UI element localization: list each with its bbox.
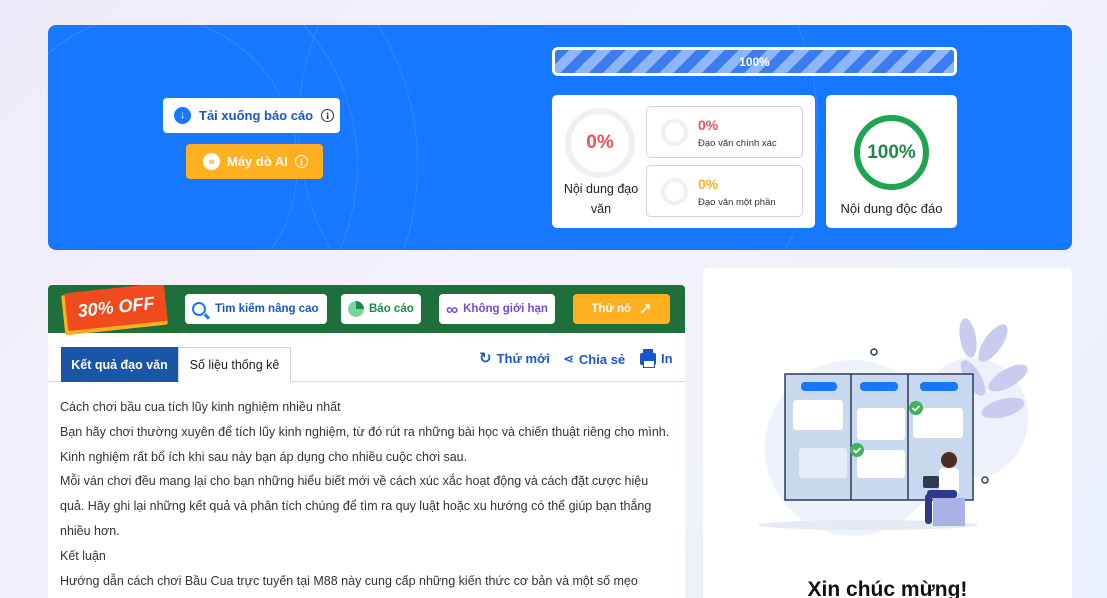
infinity-icon: ∞ [446, 299, 459, 319]
unique-label: Nội dung độc đáo [840, 201, 943, 216]
progress-label: 100% [739, 54, 770, 69]
tab-statistics[interactable]: Số liệu thống kê [178, 347, 291, 382]
plagiarism-percent: 0% [586, 132, 614, 153]
report-summary-banner: ↓ Tải xuống báo cáo i » Máy dò AI i 100%… [48, 25, 1072, 250]
print-button[interactable]: In [640, 348, 673, 368]
retry-label: Thử mới [496, 351, 550, 366]
text-paragraph: Kết luận [60, 548, 106, 563]
try-it-button[interactable]: Thử nó ↗ [573, 294, 670, 324]
text-paragraph: Cách chơi bầu cua tích lũy kinh nghiệm n… [60, 400, 341, 414]
plagiarism-label: Nội dung đạo văn [563, 182, 639, 216]
advanced-search-label: Tìm kiếm nâng cao [215, 303, 319, 315]
printer-icon [640, 348, 656, 368]
ai-detector-label: Máy dò AI [227, 154, 288, 169]
partial-plagiarism-box: 0% Đạo văn một phần [646, 165, 803, 217]
checked-text: Cách chơi bầu cua tích lũy kinh nghiệm n… [60, 395, 675, 593]
download-report-label: Tải xuống báo cáo [199, 108, 314, 123]
download-icon: ↓ [174, 107, 191, 124]
plagiarism-card: 0% Nội dung đạo văn 0% Đạo văn chính xác… [552, 95, 815, 228]
tab-plagiarism-results[interactable]: Kết quả đạo văn [61, 347, 178, 382]
retry-button[interactable]: ↻ Thử mới [479, 351, 550, 366]
share-label: Chia sẻ [578, 351, 626, 367]
arrow-up-right-icon: ↗ [639, 300, 652, 318]
partial-percent: 0% [698, 176, 719, 192]
exact-plagiarism-box: 0% Đạo văn chính xác [646, 106, 803, 158]
report-chip-label: Báo cáo [369, 303, 414, 315]
results-panel: 30% OFF Tìm kiếm nâng cao Báo cáo ∞ Khôn… [48, 285, 685, 598]
unlimited-chip-label: Không giới hạn [463, 303, 548, 315]
unique-percent: 100% [867, 141, 916, 163]
share-icon: ⋖ [563, 351, 574, 366]
info-icon[interactable]: i [294, 155, 308, 168]
share-button[interactable]: ⋖ Chia sẻ [563, 351, 625, 367]
refresh-icon: ↻ [479, 350, 492, 367]
try-it-label: Thử nó [591, 303, 632, 315]
unique-content-card: 100% Nội dung độc đáo [826, 95, 957, 228]
pie-chart-icon [348, 301, 364, 317]
scan-progress-bar: 100% [552, 47, 957, 76]
text-paragraph: Hướng dẫn cách chơi Bầu Cua trực tuyến t… [60, 573, 638, 588]
exact-label: Đạo văn chính xác [698, 138, 777, 149]
promo-bar: 30% OFF Tìm kiếm nâng cao Báo cáo ∞ Khôn… [48, 285, 685, 336]
text-paragraph: Mỗi ván chơi đều mang lại cho bạn những … [60, 474, 652, 538]
report-chip: Báo cáo [341, 294, 421, 324]
partial-gauge [661, 178, 688, 205]
double-chevron-icon: » [203, 153, 220, 170]
exact-gauge [661, 119, 688, 146]
results-tabs: Kết quả đạo văn Số liệu thống kê ↻ Thử m… [48, 333, 685, 382]
partial-label: Đạo văn một phần [698, 197, 776, 208]
download-report-button[interactable]: ↓ Tải xuống báo cáo i [163, 98, 340, 133]
unlimited-chip: ∞ Không giới hạn [439, 294, 555, 324]
ai-detector-button[interactable]: » Máy dò AI i [186, 144, 323, 179]
plagiarism-gauge: 0% [565, 108, 635, 178]
advanced-search-chip: Tìm kiếm nâng cao [185, 294, 327, 324]
success-illustration [758, 318, 1028, 536]
print-label: In [661, 351, 673, 366]
text-paragraph: Bạn hãy chơi thường xuyên để tích lũy ki… [60, 424, 670, 464]
exact-percent: 0% [698, 117, 719, 133]
unique-gauge: 100% [854, 115, 929, 190]
info-icon[interactable]: i [321, 109, 335, 122]
congrats-heading: Xin chúc mừng! [807, 578, 968, 598]
search-icon [192, 302, 206, 316]
congrats-panel: Xin chúc mừng! [703, 268, 1072, 598]
